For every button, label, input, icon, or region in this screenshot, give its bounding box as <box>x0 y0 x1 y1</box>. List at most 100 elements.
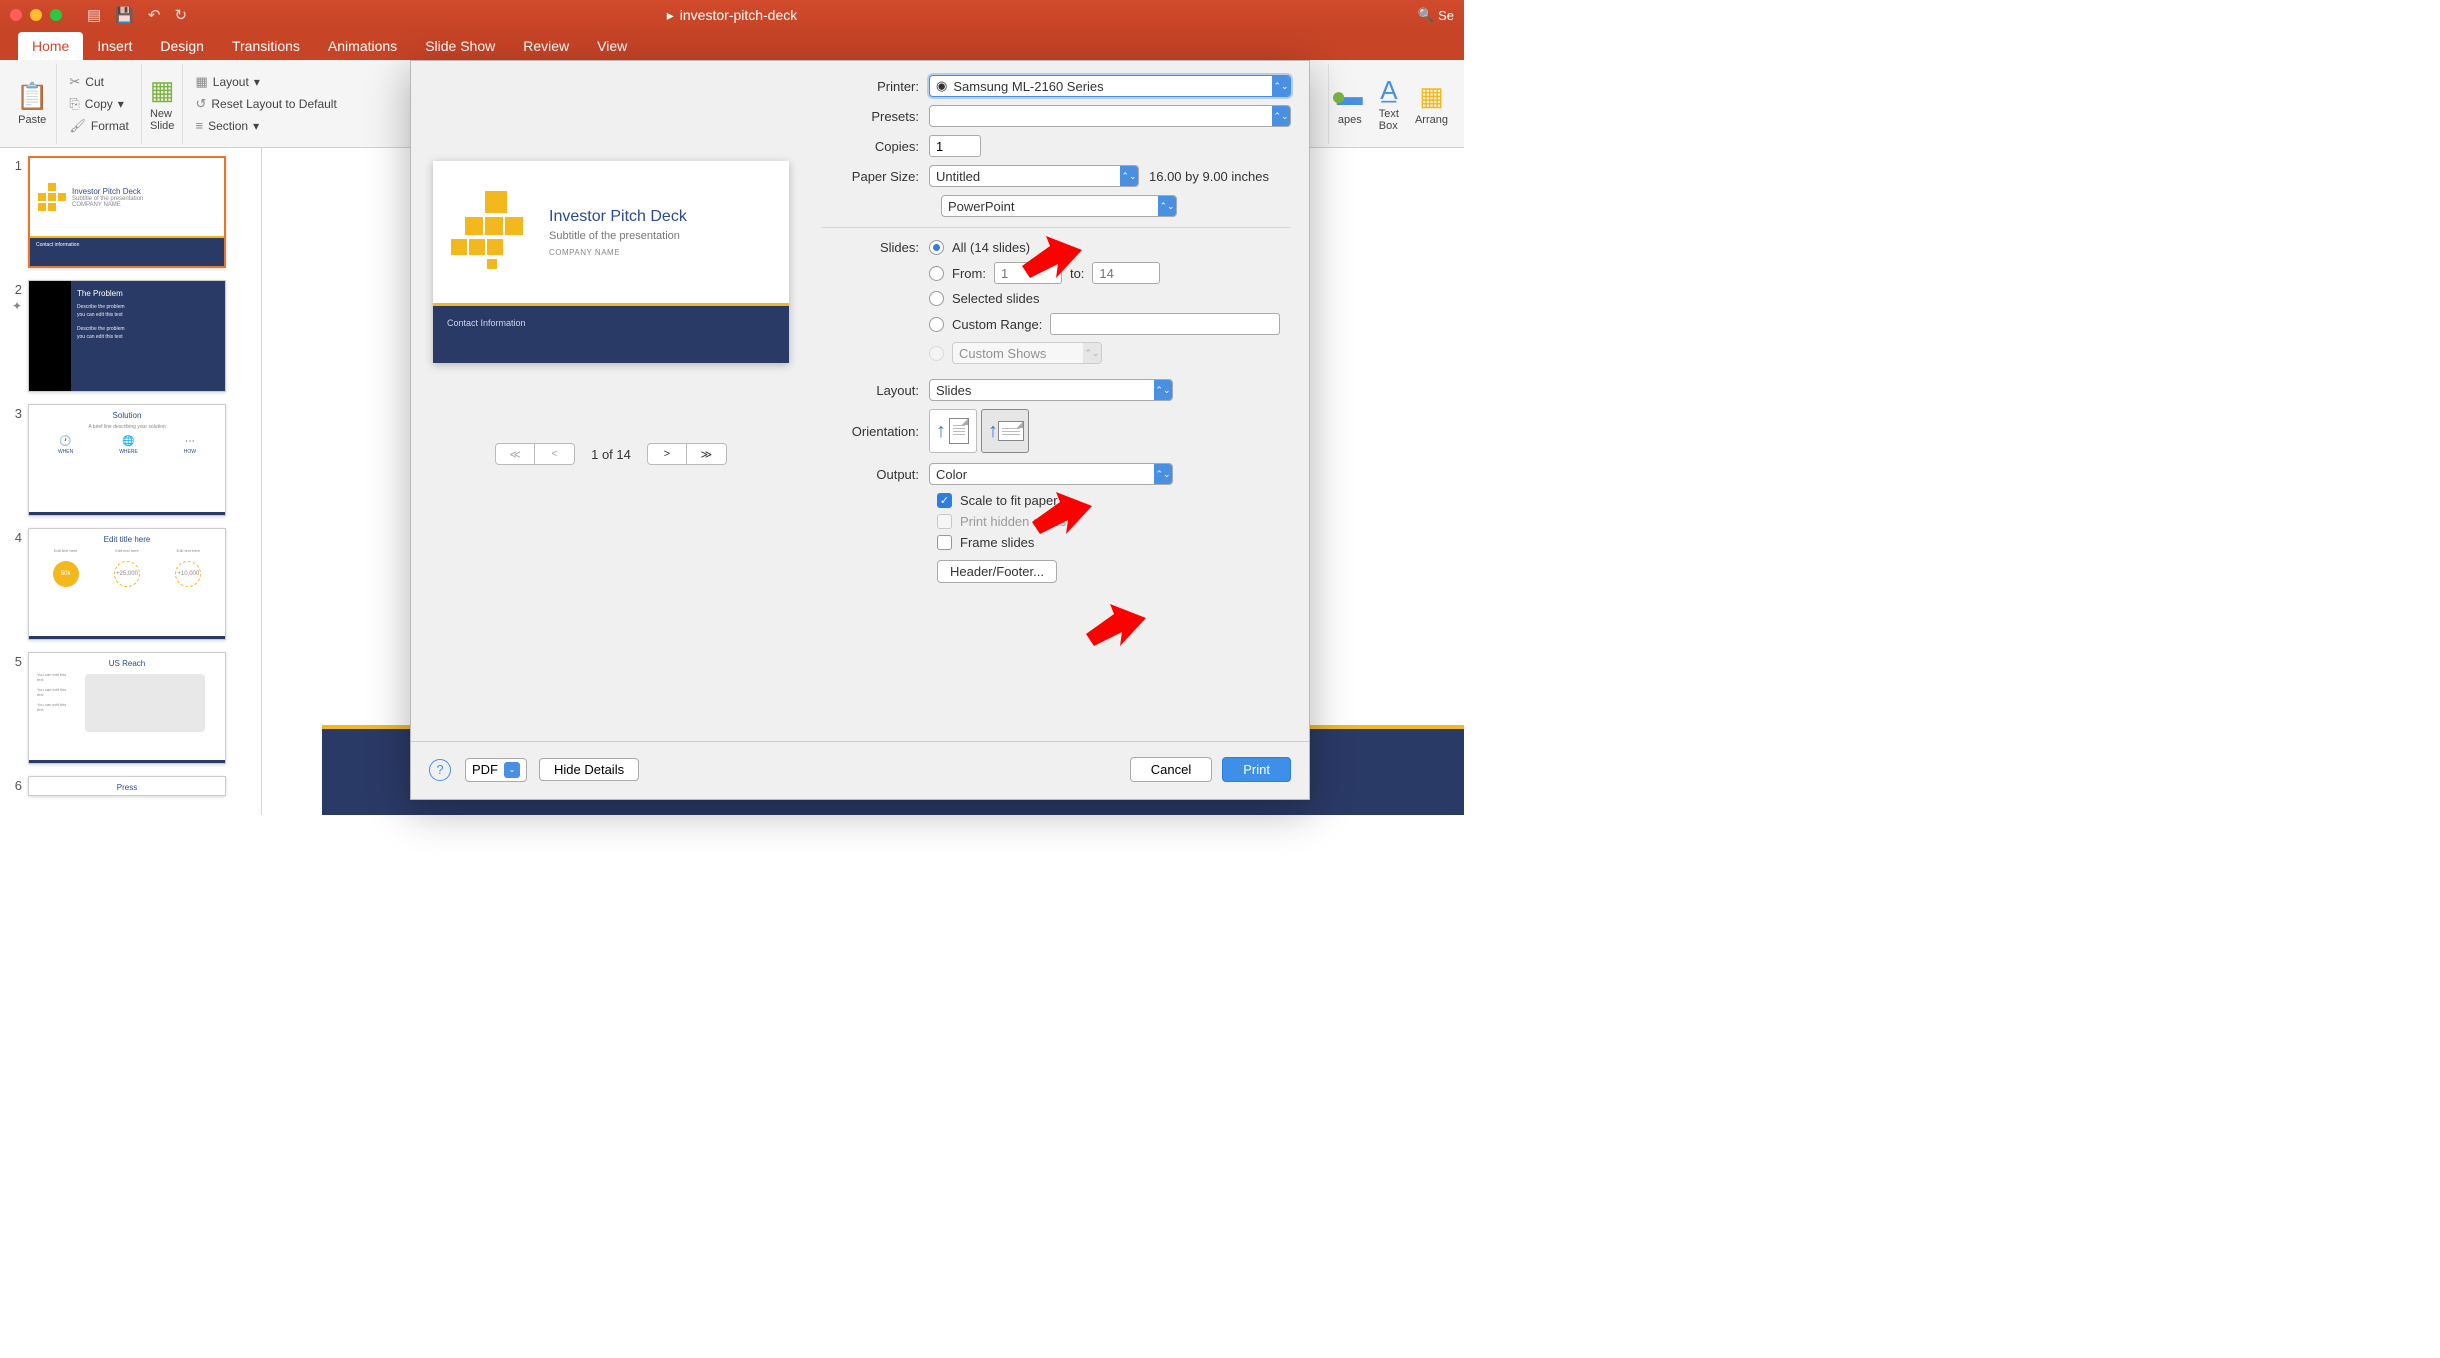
dialog-footer: ? PDF ⌄ Hide Details Cancel Print <box>411 741 1309 797</box>
cancel-button[interactable]: Cancel <box>1130 757 1212 782</box>
radio-custom-shows <box>929 346 944 361</box>
textbox-button[interactable]: A̲ Text Box <box>1379 75 1399 132</box>
custom-shows-select: Custom Shows ⌃⌄ <box>952 342 1102 364</box>
cut-button[interactable]: ✂Cut <box>65 72 133 92</box>
slide-number: 6 <box>6 776 22 796</box>
thumb-heading: Edit title here <box>35 535 219 544</box>
orientation-landscape-button[interactable]: ↑ <box>981 409 1029 453</box>
dropdown-caret-icon: ⌄ <box>504 762 520 778</box>
header-footer-button[interactable]: Header/Footer... <box>937 560 1057 583</box>
radio-custom-range[interactable] <box>929 317 944 332</box>
print-preview: Investor Pitch Deck Subtitle of the pres… <box>433 161 789 363</box>
maximize-window-button[interactable] <box>50 9 62 21</box>
layout-select[interactable]: Slides ⌃⌄ <box>929 379 1173 401</box>
textbox-icon: A̲ <box>1380 75 1397 106</box>
print-button[interactable]: Print <box>1222 757 1291 782</box>
tab-insert[interactable]: Insert <box>83 32 146 60</box>
slide-thumb-5[interactable]: 5 US Reach You can edit this text You ca… <box>6 652 255 764</box>
preview-pager: ≪ < 1 of 14 > ≫ <box>495 443 727 465</box>
arrange-button[interactable]: ▦ Arrang <box>1415 81 1448 126</box>
slide-number: 4 <box>6 528 22 640</box>
preview-title: Investor Pitch Deck <box>549 208 687 226</box>
selected-slides-label: Selected slides <box>952 291 1039 306</box>
scale-to-fit-checkbox[interactable]: ✓ <box>937 493 952 508</box>
dropdown-caret-icon: ⌃⌄ <box>1272 76 1290 96</box>
slide-thumb-6[interactable]: 6 Press <box>6 776 255 796</box>
layout-icon: ▦ <box>195 74 207 90</box>
orientation-portrait-button[interactable]: ↑ <box>929 409 977 453</box>
to-input[interactable] <box>1092 262 1160 284</box>
hide-details-button[interactable]: Hide Details <box>539 758 639 781</box>
layout-button[interactable]: ▦Layout ▾ <box>191 72 340 92</box>
new-slide-button[interactable]: ▦ New Slide <box>150 75 175 132</box>
section-button[interactable]: ≡Section ▾ <box>191 116 340 135</box>
layout-label: Layout: <box>821 383 919 398</box>
output-select[interactable]: Color ⌃⌄ <box>929 463 1173 485</box>
tab-design[interactable]: Design <box>146 32 218 60</box>
animation-indicator-icon: ✦ <box>12 299 22 313</box>
search-placeholder: Se <box>1438 8 1454 23</box>
copies-input[interactable] <box>929 135 981 157</box>
thumb-footer: Contact information <box>30 236 224 268</box>
shapes-button[interactable]: ●▬ apes <box>1337 81 1363 126</box>
paste-label: Paste <box>18 114 46 126</box>
slide-panel[interactable]: 1 Investor Pitch Deck Subtitle of the pr… <box>0 148 262 815</box>
slide-thumb-2[interactable]: 2 ✦ The Problem Describe the problem you… <box>6 280 255 392</box>
slide-thumb-1[interactable]: 1 Investor Pitch Deck Subtitle of the pr… <box>6 156 255 268</box>
textbox-label: Text Box <box>1379 108 1399 132</box>
paste-button[interactable]: 📋 Paste <box>16 81 48 126</box>
tab-transitions[interactable]: Transitions <box>218 32 314 60</box>
tab-view[interactable]: View <box>583 32 641 60</box>
thumb-title: Investor Pitch Deck <box>72 187 143 196</box>
custom-range-input[interactable] <box>1050 313 1280 335</box>
to-label: to: <box>1070 266 1084 281</box>
slide-thumb-4[interactable]: 4 Edit title here Edit text hereEdit tex… <box>6 528 255 640</box>
first-page-button[interactable]: ≪ <box>495 443 535 465</box>
tab-slideshow[interactable]: Slide Show <box>411 32 509 60</box>
format-painter-button[interactable]: 🖌Format <box>65 116 133 136</box>
document-title: ▸ investor-pitch-deck <box>667 7 798 24</box>
tab-home[interactable]: Home <box>18 32 83 60</box>
autosave-icon[interactable]: ▤ <box>87 6 101 24</box>
close-window-button[interactable] <box>10 9 22 21</box>
last-page-button[interactable]: ≫ <box>687 443 727 465</box>
presets-select[interactable]: ⌃⌄ <box>929 105 1291 127</box>
shapes-icon: ●▬ <box>1337 81 1363 112</box>
frame-slides-checkbox[interactable] <box>937 535 952 550</box>
undo-icon[interactable]: ↶ <box>148 6 161 24</box>
pdf-dropdown-button[interactable]: PDF ⌄ <box>465 758 527 782</box>
dropdown-caret-icon: ⌃⌄ <box>1154 464 1172 484</box>
copy-icon: ⎘ <box>69 96 79 112</box>
radio-all-slides[interactable] <box>929 240 944 255</box>
app-options-select[interactable]: PowerPoint ⌃⌄ <box>941 195 1177 217</box>
reset-layout-button[interactable]: ↺Reset Layout to Default <box>191 94 340 114</box>
pdf-label: PDF <box>472 762 498 777</box>
printer-select[interactable]: ◉ Samsung ML-2160 Series ⌃⌄ <box>929 75 1291 97</box>
copy-button[interactable]: ⎘Copy ▾ <box>65 94 133 114</box>
radio-selected-slides[interactable] <box>929 291 944 306</box>
new-slide-icon: ▦ <box>150 75 175 106</box>
presets-label: Presets: <box>821 109 919 124</box>
tab-review[interactable]: Review <box>509 32 583 60</box>
arrange-label: Arrang <box>1415 114 1448 126</box>
slide-number: 3 <box>6 404 22 516</box>
tab-animations[interactable]: Animations <box>314 32 411 60</box>
redo-icon[interactable]: ↻ <box>174 6 187 24</box>
save-icon[interactable]: 💾 <box>115 6 134 24</box>
search-icon: 🔍 <box>1418 7 1434 23</box>
minimize-window-button[interactable] <box>30 9 42 21</box>
next-page-button[interactable]: > <box>647 443 687 465</box>
brush-icon: 🖌 <box>69 118 86 134</box>
up-arrow-icon: ↑ <box>936 420 946 443</box>
paper-size-select[interactable]: Untitled ⌃⌄ <box>929 165 1139 187</box>
help-button[interactable]: ? <box>429 759 451 781</box>
thumb-heading: US Reach <box>35 659 219 668</box>
orientation-label: Orientation: <box>821 424 919 439</box>
prev-page-button[interactable]: < <box>535 443 575 465</box>
slide-thumb-3[interactable]: 3 Solution A brief line describing your … <box>6 404 255 516</box>
from-input[interactable] <box>994 262 1062 284</box>
printer-value: Samsung ML-2160 Series <box>953 79 1103 94</box>
radio-from-slides[interactable] <box>929 266 944 281</box>
search-area[interactable]: 🔍 Se <box>1418 7 1454 23</box>
output-value: Color <box>936 467 967 482</box>
